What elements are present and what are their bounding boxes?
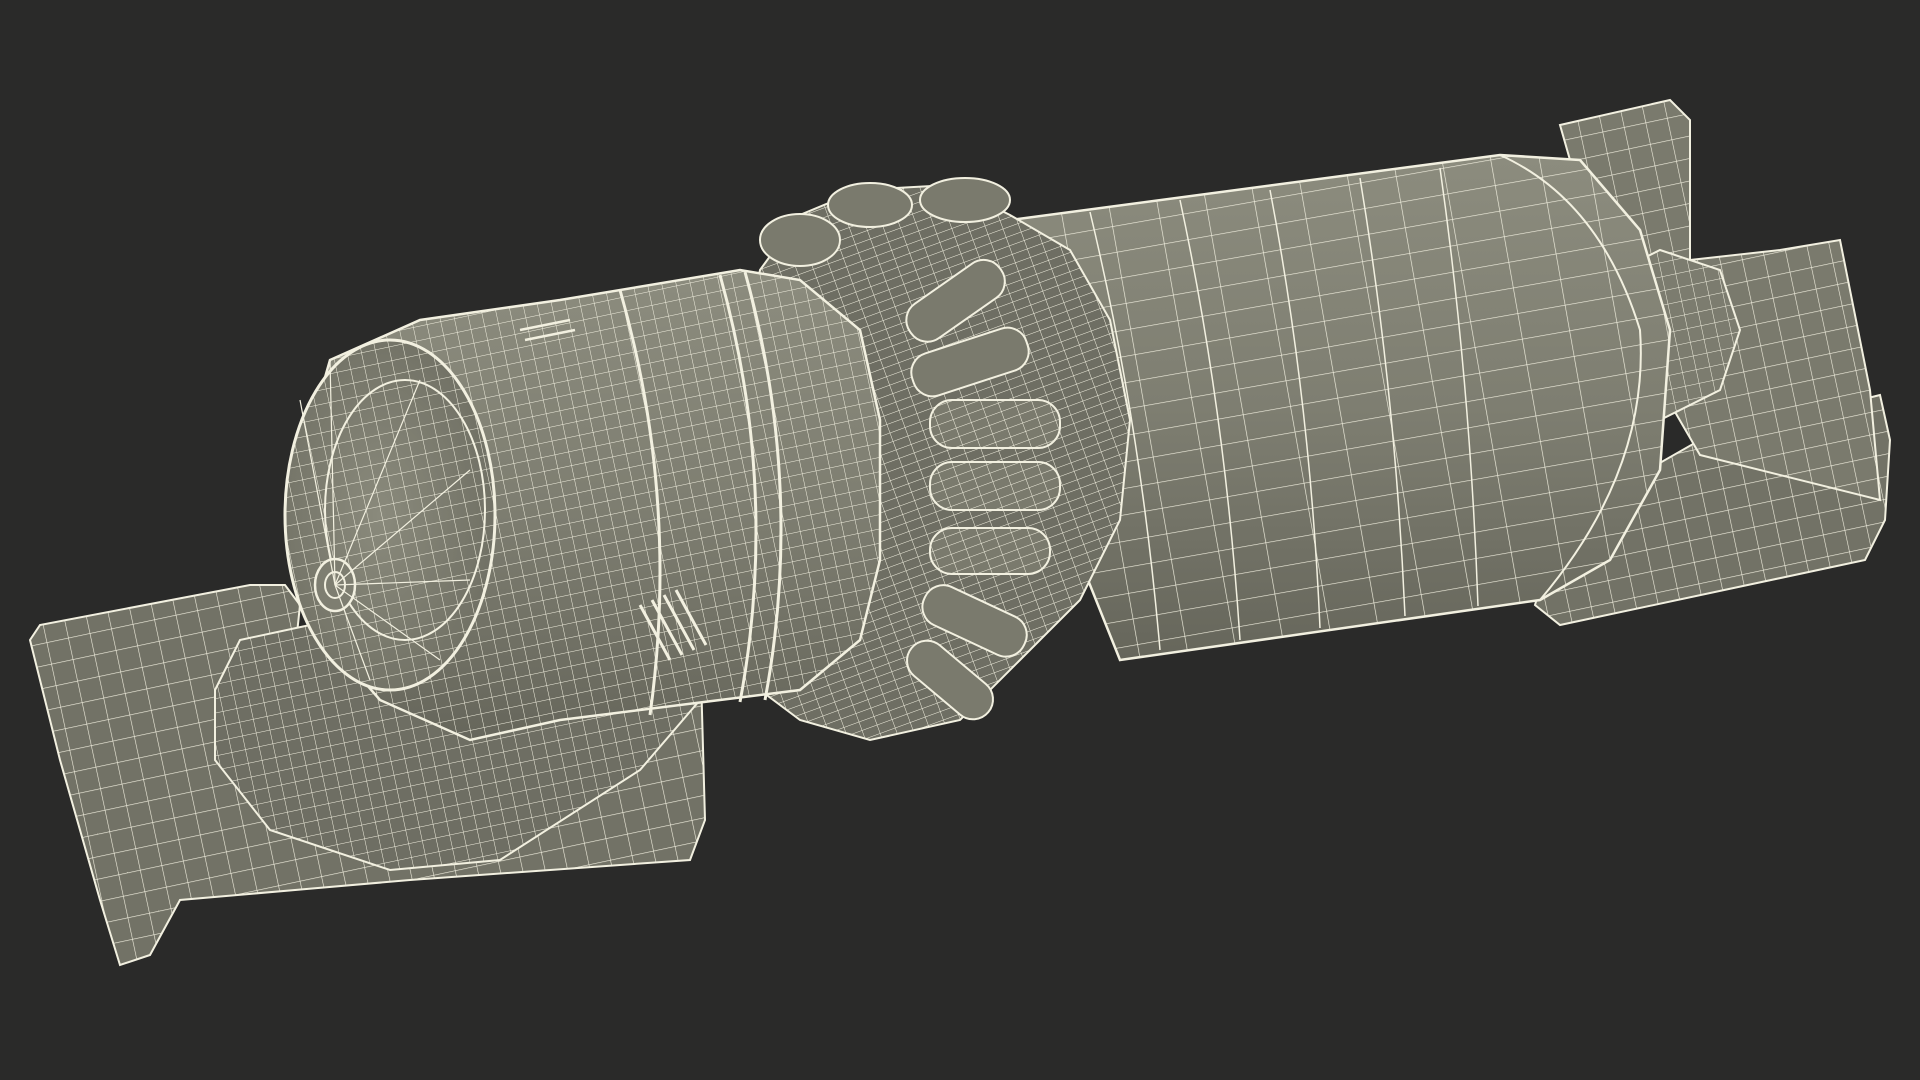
render-viewport xyxy=(0,0,1920,1080)
end-cap xyxy=(283,338,497,692)
wireframe-render xyxy=(28,98,1892,967)
